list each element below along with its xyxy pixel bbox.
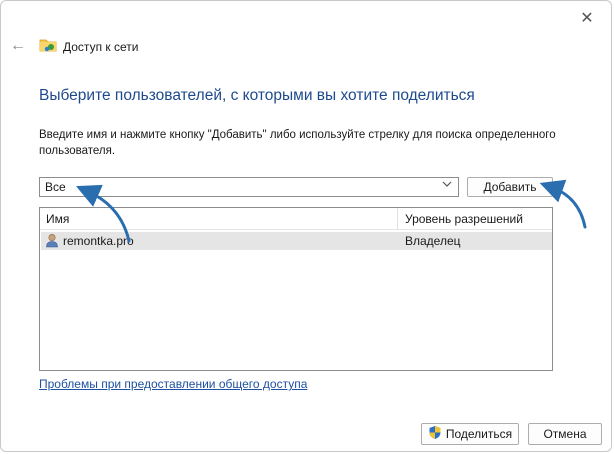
table-row[interactable]: remontka.pro Владелец <box>41 232 552 250</box>
window-title: Доступ к сети <box>63 40 139 54</box>
back-arrow-icon: ← <box>10 37 26 54</box>
share-button[interactable]: Поделиться <box>421 423 519 445</box>
close-button[interactable]: ✕ <box>575 7 599 29</box>
user-select-combobox[interactable]: Все <box>39 177 459 197</box>
title-bar: Доступ к сети <box>39 37 138 57</box>
column-header-permission[interactable]: Уровень разрешений <box>405 212 523 226</box>
add-button[interactable]: Добавить <box>467 177 553 197</box>
page-heading: Выберите пользователей, с которыми вы хо… <box>39 87 475 104</box>
annotation-arrow-add-button <box>539 179 587 229</box>
dialog-window: ✕ ← Доступ к сети Выберите пользователей… <box>0 0 612 452</box>
combo-value: Все <box>45 180 66 194</box>
close-icon: ✕ <box>580 10 594 27</box>
row-permission[interactable]: Владелец <box>405 234 461 248</box>
network-folder-icon <box>39 37 57 58</box>
user-icon <box>45 233 59 253</box>
list-header: Имя Уровень разрешений <box>40 208 552 230</box>
column-divider[interactable] <box>397 208 398 230</box>
cancel-button[interactable]: Отмена <box>528 423 602 445</box>
users-list[interactable]: Имя Уровень разрешений remontka.pro Влад… <box>39 207 553 371</box>
back-button[interactable]: ← <box>9 37 27 55</box>
column-header-name[interactable]: Имя <box>46 212 69 226</box>
shield-icon <box>428 425 442 443</box>
share-button-label: Поделиться <box>445 427 513 441</box>
chevron-down-icon[interactable] <box>442 179 452 192</box>
row-user-name: remontka.pro <box>63 234 134 248</box>
instruction-text: Введите имя и нажмите кнопку "Добавить" … <box>39 129 556 157</box>
sharing-problems-link[interactable]: Проблемы при предоставлении общего досту… <box>39 377 307 391</box>
